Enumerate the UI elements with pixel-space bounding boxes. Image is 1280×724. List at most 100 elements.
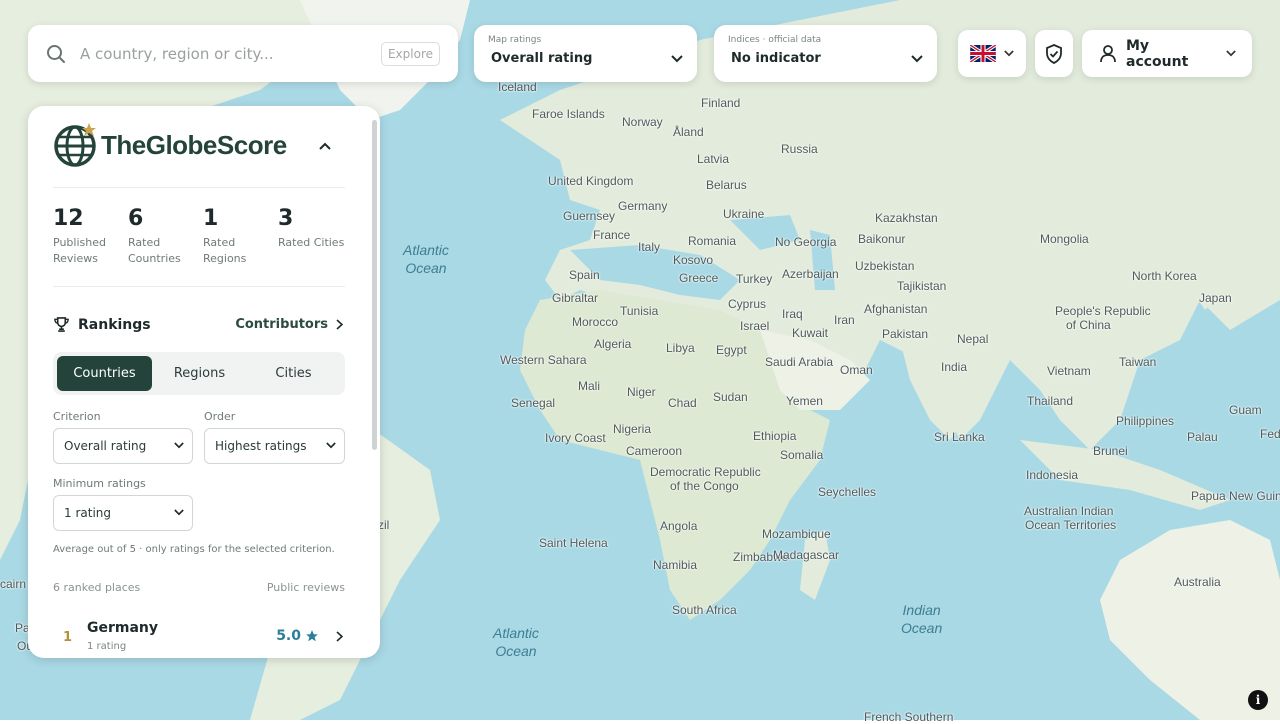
- map-country-label[interactable]: Finland: [701, 96, 740, 110]
- order-select[interactable]: Highest ratings: [204, 428, 345, 464]
- map-country-label[interactable]: Pakistan: [882, 327, 928, 341]
- search-input[interactable]: [78, 43, 381, 64]
- map-country-label[interactable]: Kazakhstan: [875, 211, 938, 225]
- map-country-label[interactable]: Baikonur: [858, 232, 905, 246]
- map-country-label[interactable]: Ukraine: [723, 207, 764, 221]
- map-country-label[interactable]: Vietnam: [1047, 364, 1091, 378]
- explore-button[interactable]: Explore: [380, 41, 440, 66]
- map-country-label[interactable]: India: [941, 360, 967, 374]
- map-country-label[interactable]: Angola: [660, 519, 697, 533]
- map-country-label[interactable]: Western Sahara: [500, 353, 587, 367]
- map-country-label[interactable]: Italy: [638, 240, 660, 254]
- tab-regions[interactable]: Regions: [152, 356, 247, 391]
- map-country-label[interactable]: Guam: [1229, 403, 1262, 417]
- map-country-label[interactable]: Fed: [1260, 427, 1280, 441]
- map-country-label[interactable]: Spain: [569, 268, 600, 282]
- map-country-label[interactable]: North Korea: [1132, 269, 1197, 283]
- panel-scrollbar[interactable]: [372, 120, 377, 450]
- map-country-label[interactable]: Afghanistan: [864, 302, 927, 316]
- map-country-label[interactable]: Chad: [668, 396, 697, 410]
- map-country-label[interactable]: Sudan: [713, 390, 748, 404]
- map-country-label[interactable]: Åland: [673, 125, 704, 139]
- map-country-label[interactable]: Azerbaijan: [782, 267, 839, 281]
- map-country-label[interactable]: Brunei: [1093, 444, 1128, 458]
- info-icon[interactable]: i: [1248, 690, 1268, 710]
- map-country-label[interactable]: Iran: [834, 313, 855, 327]
- map-country-label[interactable]: Romania: [688, 234, 736, 248]
- criterion-select[interactable]: Overall rating: [53, 428, 193, 464]
- map-country-label[interactable]: of the Congo: [670, 479, 739, 493]
- map-country-label[interactable]: Algeria: [594, 337, 631, 351]
- map-country-label[interactable]: Gibraltar: [552, 291, 598, 305]
- map-country-label[interactable]: Morocco: [572, 315, 618, 329]
- account-button[interactable]: My account: [1082, 30, 1252, 77]
- map-country-label[interactable]: Iraq: [782, 307, 803, 321]
- map-country-label[interactable]: Mali: [578, 379, 600, 393]
- tab-cities[interactable]: Cities: [246, 356, 341, 391]
- language-button[interactable]: [958, 30, 1026, 77]
- map-country-label[interactable]: Ethiopia: [753, 429, 796, 443]
- map-country-label[interactable]: Libya: [666, 341, 695, 355]
- map-country-label[interactable]: Saint Helena: [539, 536, 608, 550]
- map-country-label[interactable]: Australia: [1174, 575, 1221, 589]
- map-country-label[interactable]: Ivory Coast: [545, 431, 606, 445]
- map-country-label[interactable]: Egypt: [716, 343, 747, 357]
- map-country-label[interactable]: Cyprus: [728, 297, 766, 311]
- map-country-label[interactable]: Yemen: [786, 394, 823, 408]
- map-country-label[interactable]: Cameroon: [626, 444, 682, 458]
- map-country-label[interactable]: Mozambique: [762, 527, 831, 541]
- map-country-label[interactable]: United Kingdom: [548, 174, 633, 188]
- indices-select[interactable]: Indices · official data No indicator: [714, 25, 937, 82]
- map-country-label[interactable]: Madagascar: [773, 548, 839, 562]
- map-country-label[interactable]: Russia: [781, 142, 818, 156]
- map-country-label[interactable]: Thailand: [1027, 394, 1073, 408]
- chevron-up-icon[interactable]: [319, 142, 331, 150]
- map-country-label[interactable]: Nigeria: [613, 422, 651, 436]
- privacy-button[interactable]: [1035, 30, 1073, 77]
- map-country-label[interactable]: Australian Indian: [1024, 504, 1113, 518]
- ranking-row[interactable]: 1 Germany 1 rating 5.0: [53, 618, 345, 658]
- map-country-label[interactable]: Palau: [1187, 430, 1218, 444]
- map-country-label[interactable]: Indonesia: [1026, 468, 1078, 482]
- map-country-label[interactable]: Seychelles: [818, 485, 876, 499]
- map-country-label[interactable]: Democratic Republic: [650, 465, 761, 479]
- map-country-label[interactable]: Philippines: [1116, 414, 1174, 428]
- map-country-label[interactable]: Ocean Territories: [1025, 518, 1116, 532]
- min-ratings-select[interactable]: 1 rating: [53, 495, 193, 531]
- map-country-label[interactable]: Israel: [740, 319, 769, 333]
- map-country-label[interactable]: Turkey: [736, 272, 772, 286]
- map-country-label[interactable]: cairn: [0, 577, 26, 591]
- map-country-label[interactable]: Somalia: [780, 448, 823, 462]
- map-country-label[interactable]: Kosovo: [673, 253, 713, 267]
- map-country-label[interactable]: Papua New Guin: [1191, 489, 1280, 503]
- map-country-label[interactable]: Namibia: [653, 558, 697, 572]
- map-country-label[interactable]: Oman: [840, 363, 873, 377]
- map-country-label[interactable]: of China: [1066, 318, 1111, 332]
- map-country-label[interactable]: Greece: [679, 271, 718, 285]
- map-country-label[interactable]: Tajikistan: [897, 279, 946, 293]
- tab-countries[interactable]: Countries: [57, 356, 152, 391]
- map-country-label[interactable]: Sri Lanka: [934, 430, 985, 444]
- map-country-label[interactable]: Japan: [1199, 291, 1232, 305]
- map-country-label[interactable]: People's Republic: [1055, 304, 1151, 318]
- contributors-link[interactable]: Contributors: [235, 317, 343, 332]
- map-country-label[interactable]: Saudi Arabia: [765, 355, 833, 369]
- map-country-label[interactable]: Guernsey: [563, 209, 615, 223]
- map-country-label[interactable]: Mongolia: [1040, 232, 1089, 246]
- map-country-label[interactable]: Germany: [618, 199, 667, 213]
- map-country-label[interactable]: Faroe Islands: [532, 107, 605, 121]
- map-country-label[interactable]: Nepal: [957, 332, 988, 346]
- map-country-label[interactable]: France: [593, 228, 630, 242]
- map-country-label[interactable]: Taiwan: [1119, 355, 1156, 369]
- map-country-label[interactable]: Niger: [627, 385, 656, 399]
- map-country-label[interactable]: No Georgia: [775, 235, 836, 249]
- map-ratings-select[interactable]: Map ratings Overall rating: [474, 25, 697, 82]
- map-country-label[interactable]: Tunisia: [620, 304, 658, 318]
- map-country-label[interactable]: Uzbekistan: [855, 259, 914, 273]
- map-country-label[interactable]: Senegal: [511, 396, 555, 410]
- map-country-label[interactable]: South Africa: [672, 603, 737, 617]
- map-country-label[interactable]: Iceland: [498, 80, 537, 94]
- search-bar[interactable]: Explore: [28, 25, 458, 82]
- map-country-label[interactable]: Belarus: [706, 178, 747, 192]
- map-country-label[interactable]: French Southern: [864, 710, 953, 724]
